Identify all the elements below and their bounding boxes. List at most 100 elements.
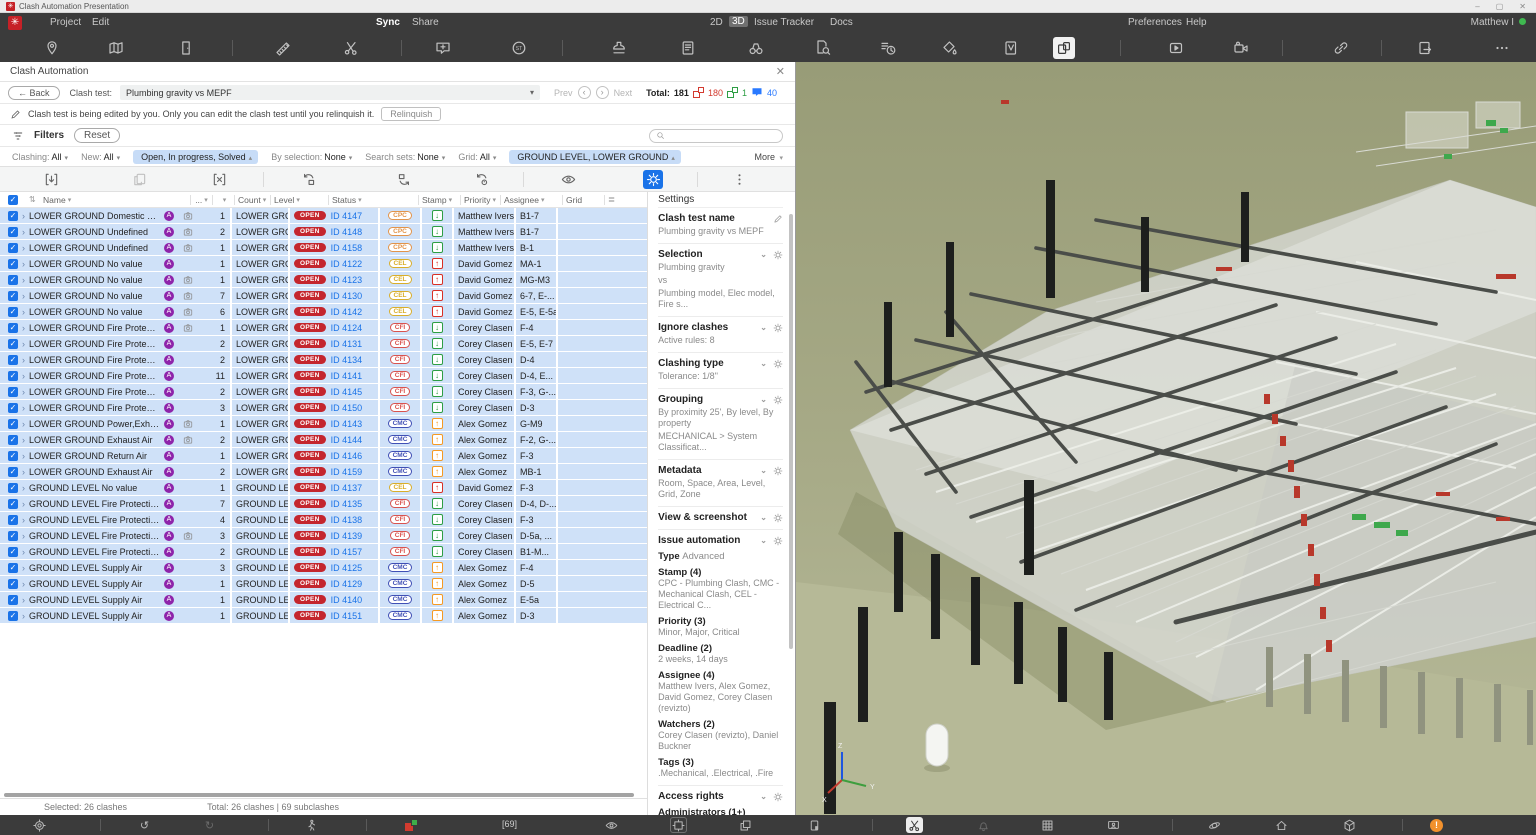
table-row[interactable]: ✓ › GROUND LEVEL Supply Air A 3 GROUND LEVEL O…	[0, 560, 648, 575]
table-row[interactable]: ✓ › LOWER GROUND Fire Protection Wet A 11 LOW…	[0, 368, 648, 383]
home-icon[interactable]	[1273, 817, 1290, 833]
clip-icon[interactable]	[340, 37, 362, 59]
door-icon[interactable]	[175, 37, 197, 59]
expand-icon[interactable]: ›	[22, 547, 25, 557]
row-checkbox[interactable]: ✓	[8, 418, 18, 429]
column-count[interactable]: Count	[238, 195, 261, 205]
menu-sync[interactable]: Sync	[376, 17, 400, 28]
table-row[interactable]: ✓ › GROUND LEVEL Supply Air A 1 GROUND LEVEL O…	[0, 576, 648, 591]
row-checkbox[interactable]: ✓	[8, 386, 18, 397]
chevron-down-icon[interactable]: ⌄	[760, 792, 767, 801]
issue-id-link[interactable]: ID 4147	[331, 211, 363, 221]
column-assignee[interactable]: Assignee	[504, 195, 539, 205]
sync-filtered-icon[interactable]	[394, 170, 414, 189]
issue-id-link[interactable]: ID 4159	[331, 467, 363, 477]
copy-icon[interactable]	[129, 170, 149, 189]
table-row[interactable]: ✓ › LOWER GROUND Fire Protection Wet A 2 LOWE…	[0, 336, 648, 351]
issue-id-link[interactable]: ID 4137	[331, 483, 363, 493]
table-row[interactable]: ✓ › LOWER GROUND Fire Protection Wet A 2 LOWE…	[0, 352, 648, 367]
column-stamp-abbrev[interactable]: ...	[195, 195, 202, 205]
filter-chip-4[interactable]: Search sets: None ▾	[365, 152, 445, 162]
back-button[interactable]: ← Back	[8, 85, 60, 100]
issue-id-link[interactable]: ID 4138	[331, 515, 363, 525]
table-row[interactable]: ✓ › GROUND LEVEL Supply Air A 1 GROUND LEVEL O…	[0, 592, 648, 607]
close-window-button[interactable]: ✕	[1519, 2, 1526, 11]
gear-icon[interactable]	[773, 536, 783, 546]
sync-selected-icon[interactable]	[298, 170, 318, 189]
table-row[interactable]: ✓ › LOWER GROUND Return Air A 1 LOWER GROU...…	[0, 448, 648, 463]
row-checkbox[interactable]: ✓	[8, 402, 18, 413]
row-checkbox[interactable]: ✓	[8, 370, 18, 381]
alert-icon[interactable]: !	[1428, 817, 1445, 833]
video-icon[interactable]	[1165, 37, 1187, 59]
filter-chip-1[interactable]: New: All ▾	[81, 152, 120, 162]
issue-id-link[interactable]: ID 4148	[331, 227, 363, 237]
row-checkbox[interactable]: ✓	[8, 354, 18, 365]
expand-icon[interactable]: ›	[22, 483, 25, 493]
row-checkbox[interactable]: ✓	[8, 322, 18, 333]
menu-docs[interactable]: Docs	[830, 17, 853, 28]
stamp-st-icon[interactable]: ST	[508, 37, 530, 59]
issue-id-link[interactable]: ID 4123	[331, 275, 363, 285]
table-row[interactable]: ✓ › LOWER GROUND No value A 7 LOWER GROU... OP…	[0, 288, 648, 303]
kebab-menu-icon[interactable]	[729, 170, 749, 189]
sync-settings-icon[interactable]	[471, 170, 491, 189]
table-row[interactable]: ✓ › LOWER GROUND No value A 1 LOWER GROU... OP…	[0, 256, 648, 271]
prev-button[interactable]: Prev	[554, 88, 573, 98]
issue-id-link[interactable]: ID 4131	[331, 339, 363, 349]
map-icon[interactable]	[105, 37, 127, 59]
menu-project[interactable]: Project	[50, 17, 81, 28]
row-checkbox[interactable]: ✓	[8, 498, 18, 509]
row-checkbox[interactable]: ✓	[8, 258, 18, 269]
table-row[interactable]: ✓ › LOWER GROUND No value A 6 LOWER GROU... OP…	[0, 304, 648, 319]
issue-id-link[interactable]: ID 4140	[331, 595, 363, 605]
horizontal-scrollbar[interactable]	[4, 793, 634, 797]
issue-id-link[interactable]: ID 4150	[331, 403, 363, 413]
visibility-icon[interactable]	[558, 170, 578, 189]
chevron-down-icon[interactable]: ⌄	[760, 513, 767, 522]
filter-chip-3[interactable]: By selection: None ▾	[271, 152, 352, 162]
issue-id-link[interactable]: ID 4124	[331, 323, 363, 333]
row-checkbox[interactable]: ✓	[8, 226, 18, 237]
issue-id-link[interactable]: ID 4144	[331, 435, 363, 445]
expand-icon[interactable]: ›	[22, 611, 25, 621]
search-docs-icon[interactable]	[812, 37, 834, 59]
gear-icon[interactable]	[773, 466, 783, 476]
menu-edit[interactable]: Edit	[92, 17, 109, 28]
clash-automation-icon[interactable]	[1053, 37, 1075, 59]
issue-id-link[interactable]: ID 4158	[331, 243, 363, 253]
stamp-tool-icon[interactable]	[608, 37, 630, 59]
row-checkbox[interactable]: ✓	[8, 482, 18, 493]
expand-icon[interactable]: ›	[22, 467, 25, 477]
row-checkbox[interactable]: ✓	[8, 594, 18, 605]
expand-icon[interactable]: ›	[22, 243, 25, 253]
filter-chip-2[interactable]: Open, In progress, Solved ▴	[133, 149, 259, 164]
expand-icon[interactable]: ›	[22, 435, 25, 445]
more-icon[interactable]	[1491, 37, 1513, 59]
expand-icon[interactable]: ›	[22, 339, 25, 349]
issue-id-link[interactable]: ID 4142	[331, 307, 363, 317]
gear-icon[interactable]	[773, 323, 783, 333]
issue-id-link[interactable]: ID 4139	[331, 531, 363, 541]
search-model-icon[interactable]	[745, 37, 767, 59]
issue-id-link[interactable]: ID 4122	[331, 259, 363, 269]
undo-icon[interactable]: ↺	[136, 817, 153, 833]
grid-icon[interactable]	[1039, 817, 1056, 833]
table-row[interactable]: ✓ › LOWER GROUND Fire Protection Wet A 3 LOWE…	[0, 400, 648, 415]
expand-icon[interactable]: ›	[22, 291, 25, 301]
table-row[interactable]: ✓ › LOWER GROUND Undefined A 1 LOWER GROU... O…	[0, 240, 648, 255]
expand-icon[interactable]: ›	[22, 403, 25, 413]
select-all-checkbox[interactable]: ✓	[8, 194, 18, 205]
issue-history-icon[interactable]	[877, 37, 899, 59]
table-row[interactable]: ✓ › GROUND LEVEL Fire Protection Wet A 3 GROU…	[0, 528, 648, 543]
next-button[interactable]: Next	[614, 88, 633, 98]
row-checkbox[interactable]: ✓	[8, 242, 18, 253]
appearance-template-icon[interactable]	[1000, 37, 1022, 59]
next-arrow-button[interactable]: ›	[595, 86, 609, 99]
sort-icon[interactable]: ⇅	[26, 195, 40, 204]
expand-icon[interactable]: ›	[22, 499, 25, 509]
sheet-list-icon[interactable]	[677, 37, 699, 59]
visibility-icon[interactable]	[603, 817, 620, 833]
row-checkbox[interactable]: ✓	[8, 434, 18, 445]
issue-id-link[interactable]: ID 4151	[331, 611, 363, 621]
